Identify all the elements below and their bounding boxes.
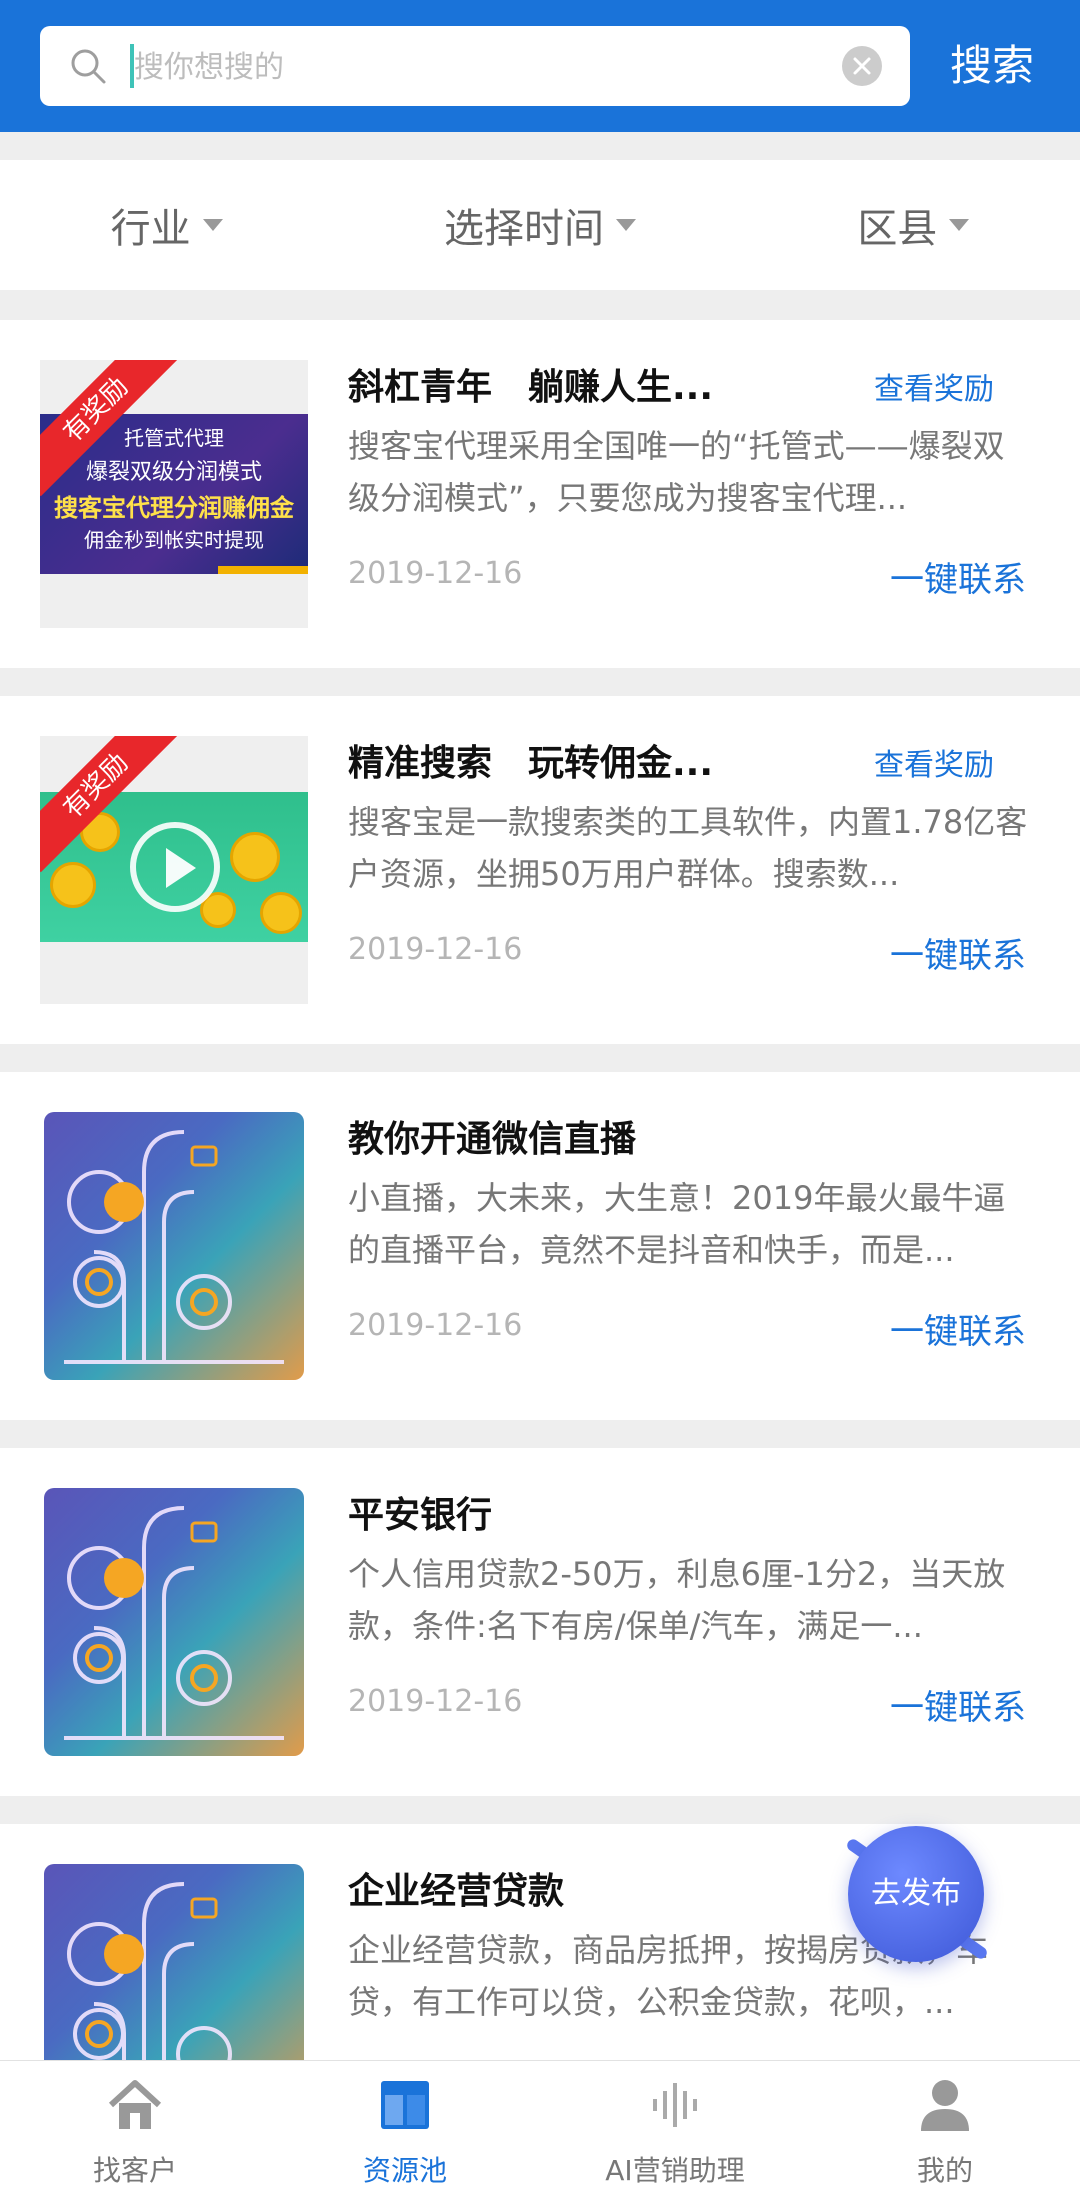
- reward-ribbon: 有奖励: [40, 360, 180, 500]
- item-title: 精准搜索 玩转佣金...: [348, 743, 714, 784]
- nav-label: AI营销助理: [605, 2154, 745, 2187]
- filter-district[interactable]: 区县: [857, 196, 970, 254]
- item-description: 小直播，大未来，大生意！2019年最火最牛逼的直播平台，竟然不是抖音和快手，而是…: [348, 1179, 1006, 1269]
- list-item[interactable]: 有奖励 精准搜索 玩转佣金... 查看奖励 搜客宝是一款搜索类的工具软件，内置1…: [0, 696, 1080, 1044]
- filter-label: 区县: [857, 206, 938, 252]
- dropdown-arrow-icon: [202, 219, 223, 231]
- list-item[interactable]: 平安银行 个人信用贷款2-50万，利息6厘-1分2，当天放款，条件:名下有房/保…: [0, 1448, 1080, 1796]
- item-thumbnail: [44, 1112, 304, 1380]
- item-title: 企业经营贷款: [348, 1871, 565, 1912]
- publish-button[interactable]: 去发布: [848, 1826, 984, 1962]
- top-bar: 搜索: [0, 0, 1080, 132]
- contact-button[interactable]: 一键联系: [890, 552, 1026, 601]
- filter-time[interactable]: 选择时间: [444, 196, 636, 254]
- list-item[interactable]: 托管式代理 爆裂双级分润模式 搜客宝代理分润赚佣金 佣金秒到帐实时提现 有奖励 …: [0, 320, 1080, 668]
- filter-bar: 行业 选择时间 区县: [0, 160, 1080, 290]
- home-icon: [108, 2080, 162, 2129]
- item-title: 平安银行: [348, 1495, 493, 1536]
- search-icon: [71, 49, 106, 84]
- item-date: 2019-12-16: [348, 1684, 523, 1719]
- ribbon-label: 有奖励: [40, 736, 180, 873]
- pool-icon: [381, 2081, 429, 2129]
- voice-wave-icon: [653, 2083, 697, 2127]
- item-date: 2019-12-16: [348, 556, 523, 591]
- nav-label: 资源池: [362, 2154, 447, 2187]
- nav-label: 我的: [916, 2154, 973, 2187]
- item-description: 搜客宝是一款搜索类的工具软件，内置1.78亿客户资源，坐拥50万用户群体。搜索数…: [348, 803, 1028, 893]
- nav-label: 找客户: [92, 2154, 177, 2187]
- banner-text: 佣金秒到帐实时提现: [84, 528, 264, 552]
- item-title: 教你开通微信直播: [348, 1119, 637, 1160]
- dropdown-arrow-icon: [615, 219, 636, 231]
- banner-decoration: [218, 566, 308, 574]
- dropdown-arrow-icon: [949, 219, 970, 231]
- filter-label: 选择时间: [443, 206, 604, 252]
- item-thumbnail: 托管式代理 爆裂双级分润模式 搜客宝代理分润赚佣金 佣金秒到帐实时提现 有奖励: [40, 360, 308, 628]
- item-thumbnail: [44, 1488, 304, 1756]
- item-description: 个人信用贷款2-50万，利息6厘-1分2，当天放款，条件:名下有房/保单/汽车，…: [348, 1555, 1006, 1645]
- nav-find-customers[interactable]: 找客户: [0, 2061, 270, 2199]
- view-reward-link[interactable]: 查看奖励: [874, 740, 994, 784]
- nav-mine[interactable]: 我的: [810, 2061, 1080, 2199]
- money-tree-icon: [64, 1506, 284, 1740]
- user-icon: [921, 2080, 969, 2131]
- item-date: 2019-12-16: [348, 1308, 523, 1343]
- item-date: 2019-12-16: [348, 932, 523, 967]
- search-button[interactable]: 搜索: [950, 30, 1034, 102]
- search-input[interactable]: [132, 38, 836, 96]
- ribbon-label: 有奖励: [40, 360, 180, 497]
- filter-industry[interactable]: 行业: [111, 196, 223, 254]
- contact-button[interactable]: 一键联系: [890, 1680, 1026, 1729]
- clear-icon[interactable]: [842, 46, 882, 86]
- nav-resource-pool[interactable]: 资源池: [270, 2061, 540, 2199]
- contact-button[interactable]: 一键联系: [890, 928, 1026, 977]
- item-description: 搜客宝代理采用全国唯一的“托管式——爆裂双级分润模式”，只要您成为搜客宝代理..…: [348, 427, 1005, 517]
- search-box[interactable]: [40, 26, 910, 106]
- reward-ribbon: 有奖励: [40, 736, 180, 876]
- list-item[interactable]: 教你开通微信直播 小直播，大未来，大生意！2019年最火最牛逼的直播平台，竟然不…: [0, 1072, 1080, 1420]
- view-reward-link[interactable]: 查看奖励: [874, 364, 994, 408]
- filter-label: 行业: [110, 206, 191, 252]
- nav-ai-assistant[interactable]: AI营销助理: [540, 2061, 810, 2199]
- contact-button[interactable]: 一键联系: [890, 1304, 1026, 1353]
- item-title: 斜杠青年 躺赚人生...: [348, 367, 714, 408]
- money-tree-icon: [64, 1130, 284, 1364]
- bottom-nav: 找客户 资源池 AI营销助理 我的: [0, 2060, 1080, 2199]
- item-thumbnail: 有奖励: [40, 736, 308, 1004]
